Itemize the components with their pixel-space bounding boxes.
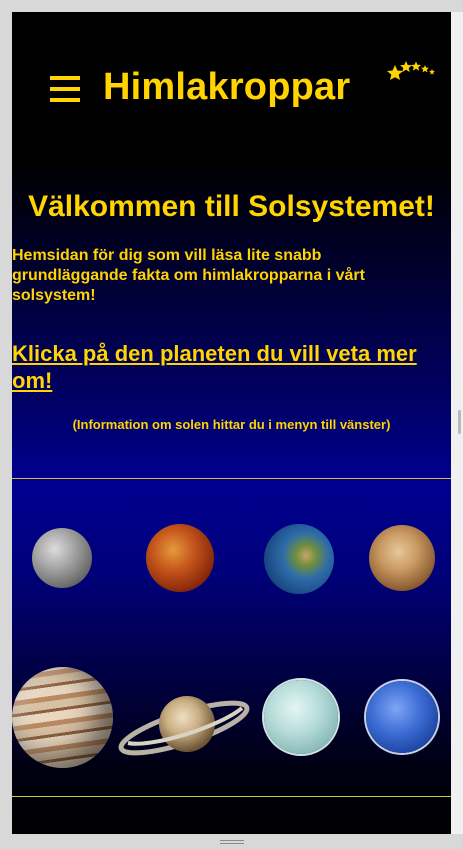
- planet-uranus-image[interactable]: [264, 680, 338, 754]
- planet-section-bottom-divider: [12, 796, 451, 797]
- planet-prompt-link[interactable]: Klicka på den planeten du vill veta mer …: [12, 340, 451, 394]
- scrollbar-thumb[interactable]: [458, 410, 461, 434]
- site-title[interactable]: Himlakroppar: [103, 66, 350, 109]
- planet-section-top-divider: [12, 478, 451, 479]
- planet-mars-image[interactable]: [369, 525, 435, 591]
- planet-neptune-image[interactable]: [366, 681, 438, 753]
- planet-earth-image[interactable]: [264, 524, 334, 594]
- intro-paragraph: Hemsidan för dig som vill läsa lite snab…: [12, 247, 365, 304]
- scrollbar-track[interactable]: [451, 12, 463, 834]
- hamburger-menu-icon[interactable]: [50, 76, 80, 102]
- planet-mercury-image[interactable]: [32, 528, 92, 588]
- page-viewport: Himlakroppar Välkommen till Solsystemet!…: [12, 12, 451, 834]
- resize-grip-icon[interactable]: [220, 840, 244, 846]
- welcome-heading: Välkommen till Solsystemet!: [28, 190, 435, 223]
- planet-jupiter-image[interactable]: [12, 667, 113, 768]
- stars-logo-icon: [387, 61, 435, 80]
- planet-saturn-image[interactable]: [114, 688, 254, 758]
- sun-info-note: (Information om solen hittar du i menyn …: [72, 417, 391, 432]
- site-header: Himlakroppar: [12, 12, 451, 152]
- planet-venus-image[interactable]: [146, 524, 214, 592]
